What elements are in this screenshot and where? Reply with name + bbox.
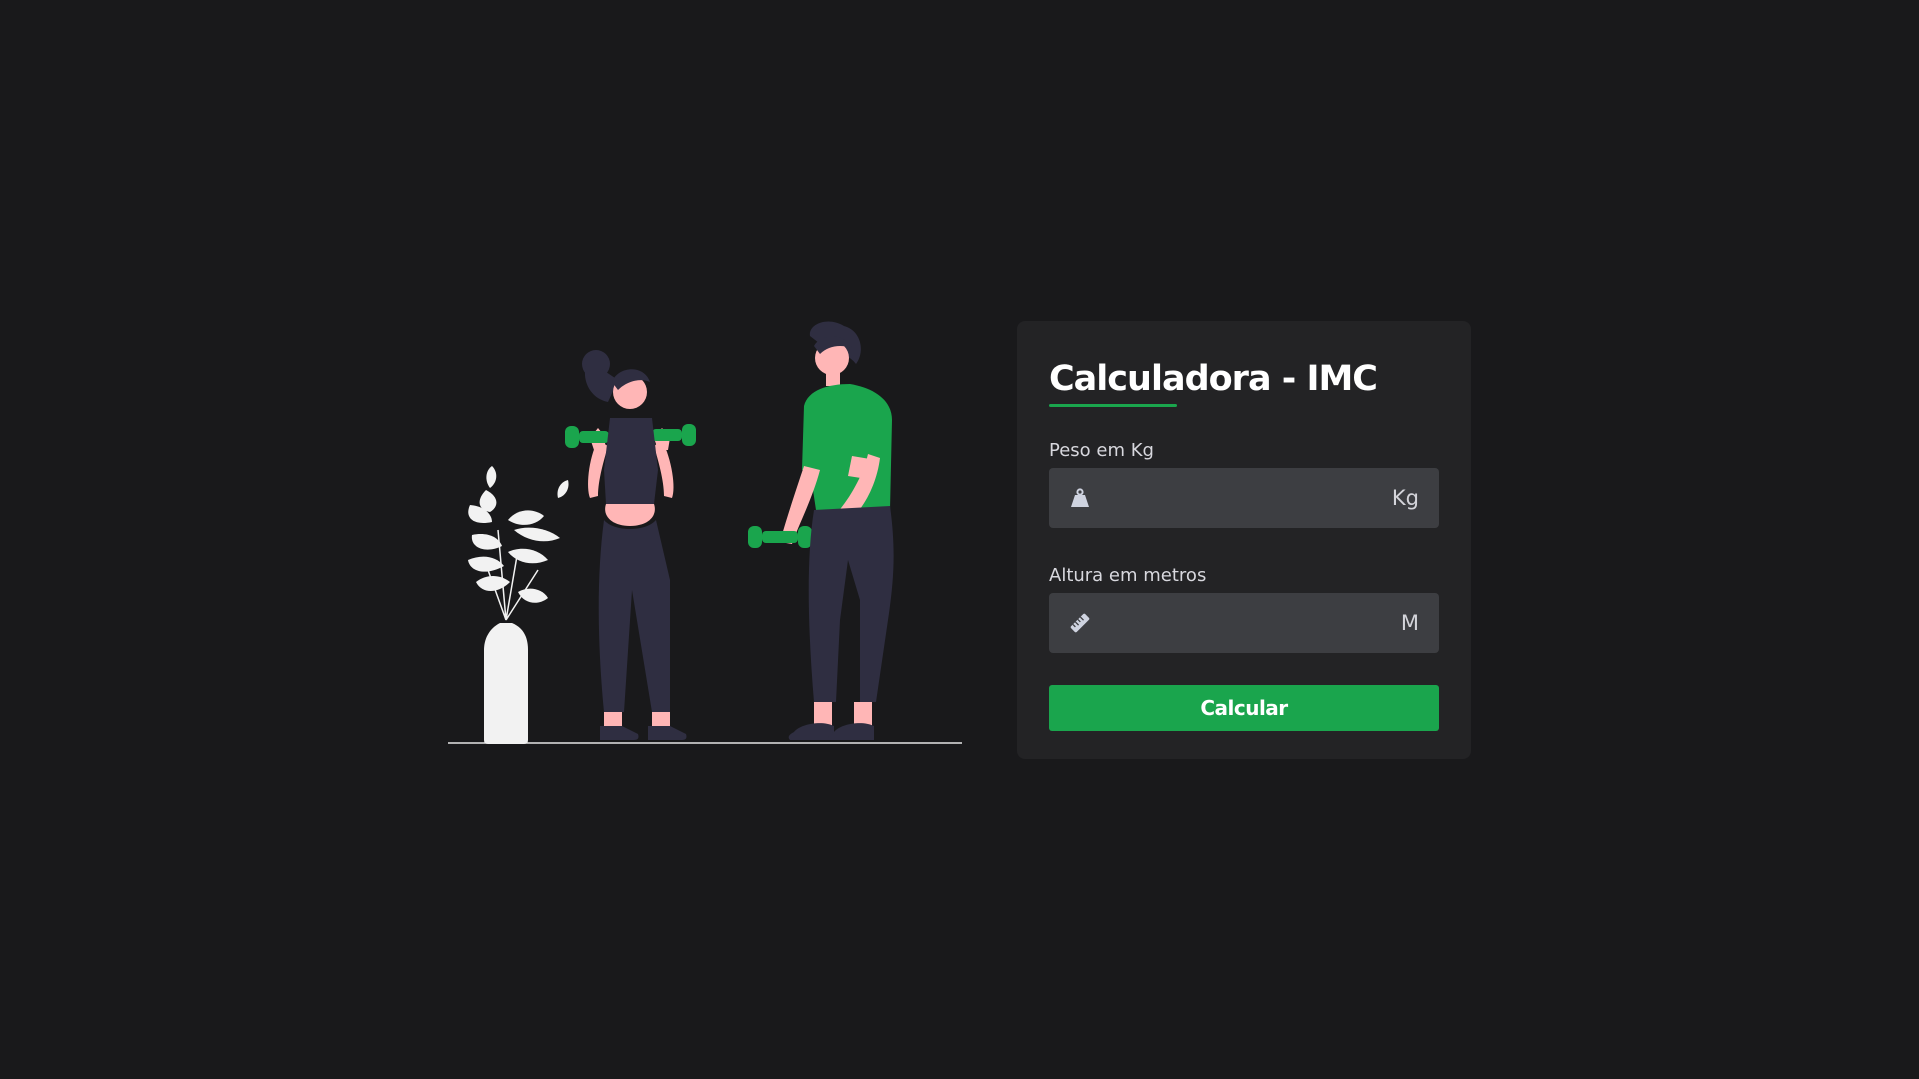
height-input[interactable] [1105,593,1359,655]
plant-icon [468,466,569,744]
title-underline [1049,404,1177,407]
bmi-calculator-card: Calculadora - IMC Peso em Kg Kg Altura e… [1017,321,1471,759]
weight-field: Kg [1049,468,1439,530]
workout-illustration [448,320,962,746]
height-unit: M [1400,611,1419,635]
height-label: Altura em metros [1049,565,1207,586]
calculate-button[interactable]: Calcular [1049,685,1439,731]
ruler-icon [1069,612,1091,634]
page: Calculadora - IMC Peso em Kg Kg Altura e… [0,0,1919,1079]
weight-label: Peso em Kg [1049,440,1154,461]
man-figure-icon [748,321,894,740]
page-title: Calculadora - IMC [1049,359,1378,399]
weight-unit: Kg [1391,486,1419,510]
woman-figure-icon [565,350,696,740]
height-field: M [1049,593,1439,655]
weight-input[interactable] [1105,468,1359,530]
weight-icon [1069,487,1091,509]
